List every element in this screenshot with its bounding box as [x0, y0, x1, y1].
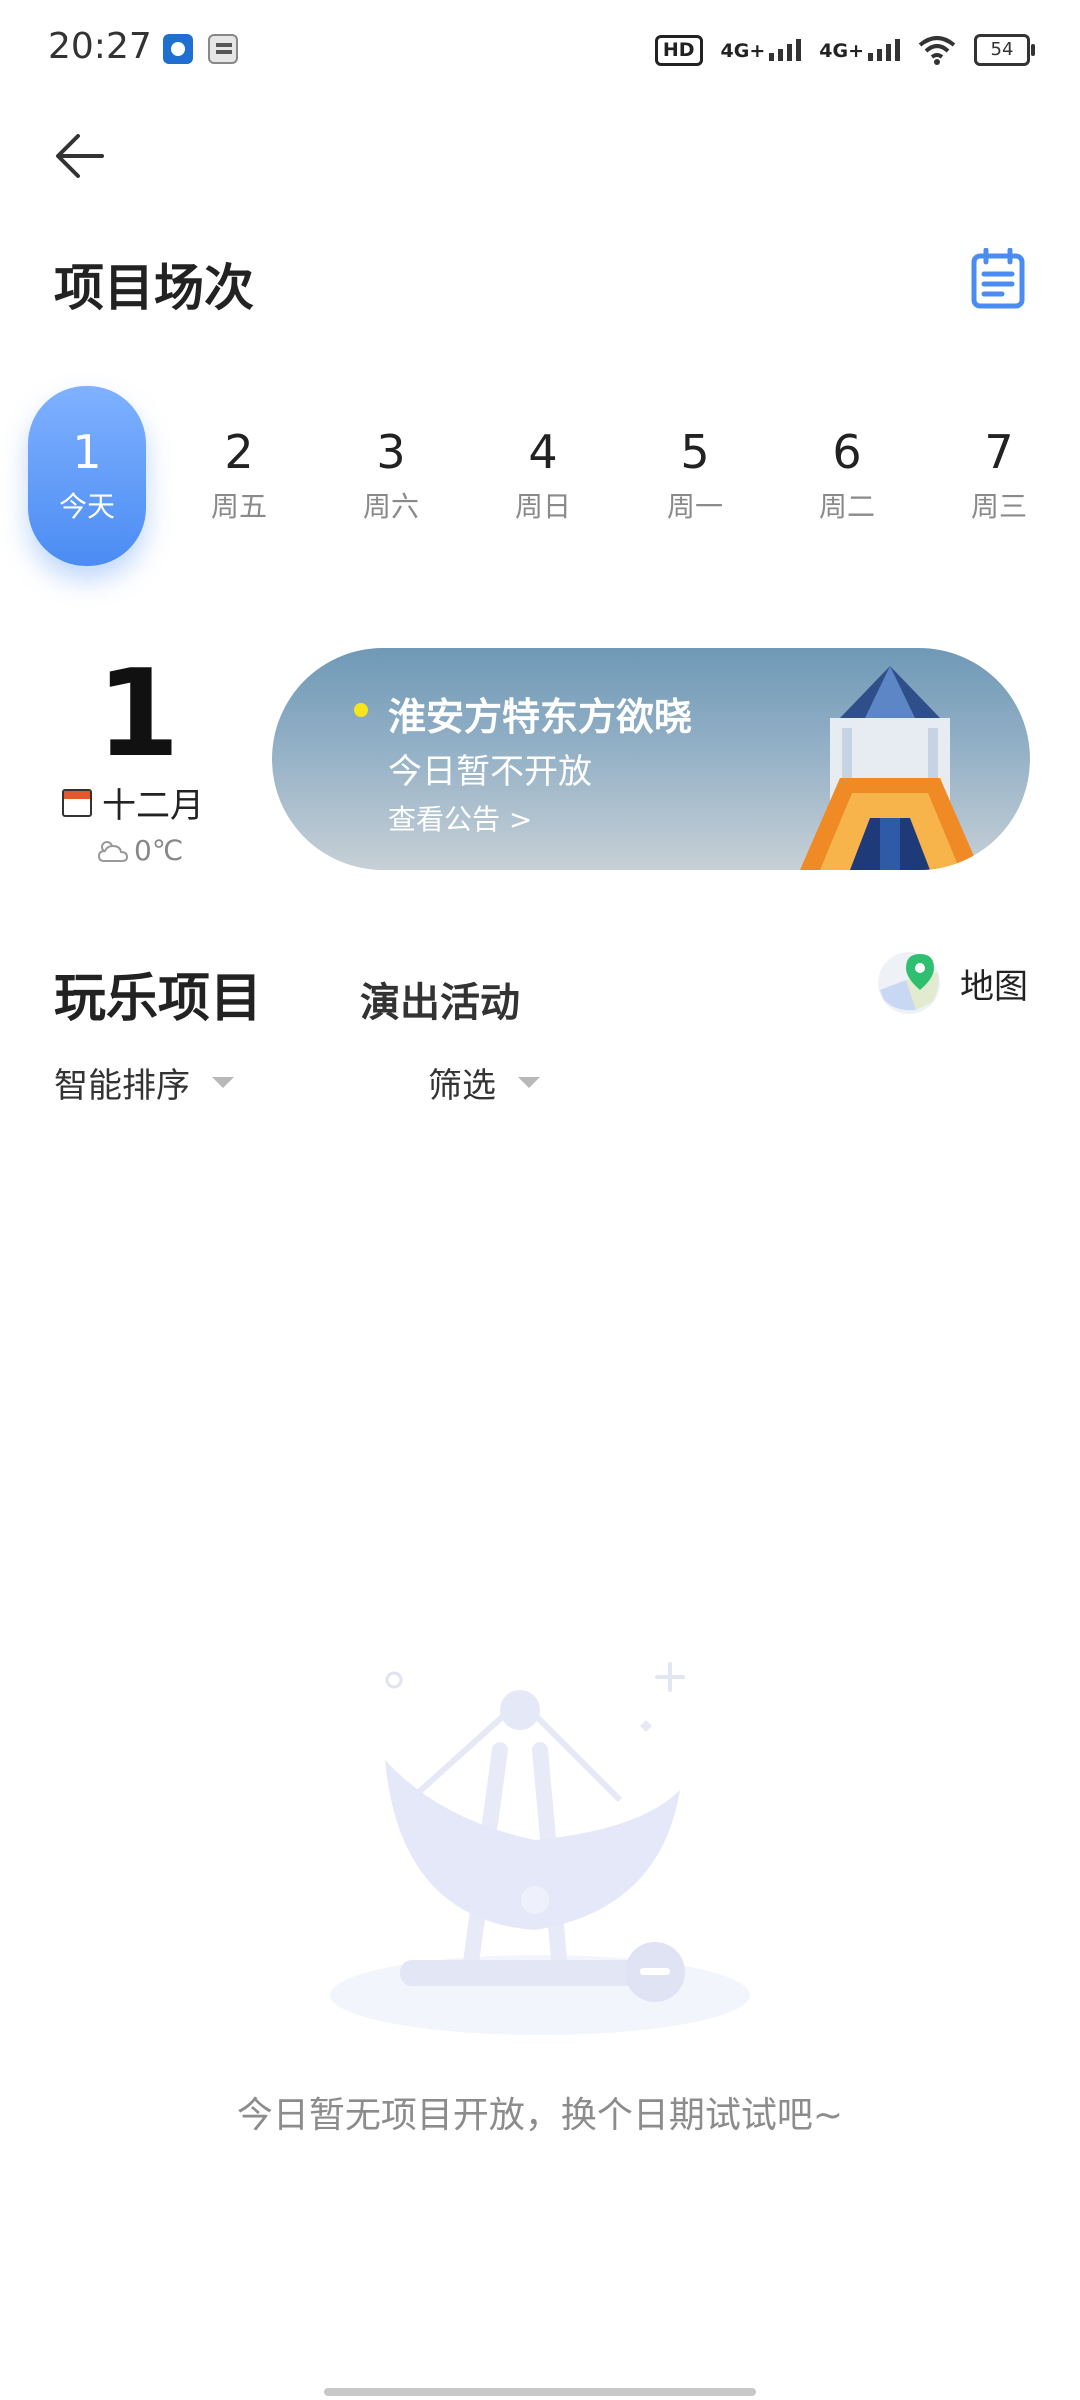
filter-dropdown[interactable]: 筛选: [428, 1058, 540, 1107]
status-bar: 20:27 HD 4G+ 4G+ 54: [0, 0, 1080, 100]
pirate-ship-ride-illustration: [330, 1662, 750, 2035]
page-title: 项目场次: [54, 259, 254, 317]
month-label: 十二月: [102, 786, 204, 826]
tab-play-items[interactable]: 玩乐项目: [54, 956, 262, 1031]
date-number: 7: [984, 424, 1014, 479]
date-item[interactable]: 3 周六: [332, 386, 450, 566]
date-weekday: 周一: [666, 490, 723, 524]
date-number: 5: [680, 424, 710, 479]
signal-icon: 4G+: [721, 39, 802, 61]
date-item[interactable]: 6 周二: [788, 386, 906, 566]
home-indicator[interactable]: [324, 2388, 756, 2396]
caret-down-icon: [212, 1077, 234, 1088]
date-item[interactable]: 5 周一: [636, 386, 754, 566]
app-icon-1: [163, 34, 193, 64]
date-number: 2: [224, 424, 254, 479]
status-time: 20:27: [48, 26, 152, 67]
wifi-icon: [918, 36, 956, 65]
selected-day-number: 1: [96, 645, 180, 784]
caret-down-icon: [518, 1077, 540, 1088]
date-weekday: 周二: [818, 490, 875, 524]
battery-icon: 54: [974, 34, 1035, 66]
status-indicators: HD 4G+ 4G+ 54: [654, 28, 1035, 72]
park-name: 淮安方特东方欲晓: [388, 695, 693, 739]
date-weekday: 今天: [58, 490, 115, 524]
date-item[interactable]: 4 周日: [484, 386, 602, 566]
date-number: 3: [376, 424, 406, 479]
weather-row: 0℃: [96, 834, 183, 867]
month-calendar-icon: [62, 788, 92, 817]
date-item[interactable]: 2 周五: [180, 386, 298, 566]
status-dot: [354, 703, 368, 717]
date-strip: 1 今天 2 周五 3 周六 4 周日 5 周一 6 周二 7 周三: [28, 386, 1058, 566]
date-item-today[interactable]: 1 今天: [28, 386, 146, 566]
back-arrow-icon: [56, 134, 104, 178]
sort-label: 智能排序: [54, 1066, 190, 1106]
toutiao-app-icon: [208, 34, 238, 64]
signal-icon-2: 4G+: [819, 39, 900, 61]
date-number: 6: [832, 424, 862, 479]
filter-label: 筛选: [428, 1066, 496, 1106]
cloud-sun-icon: [97, 840, 129, 862]
date-weekday: 周五: [210, 490, 267, 524]
empty-state-message: 今日暂无项目开放，换个日期试试吧~: [236, 2095, 844, 2136]
date-weekday: 周三: [970, 490, 1027, 524]
sort-dropdown[interactable]: 智能排序: [54, 1058, 234, 1107]
map-label: 地图: [960, 966, 1028, 1007]
map-pin-icon: [878, 952, 940, 1014]
view-notice-link[interactable]: 查看公告 >: [388, 798, 532, 838]
date-number: 1: [72, 424, 102, 479]
park-notice-banner[interactable]: 淮安方特东方欲晓 今日暂不开放 查看公告 >: [272, 648, 1030, 870]
tab-shows[interactable]: 演出活动: [360, 970, 520, 1028]
map-button[interactable]: 地图: [876, 950, 1028, 1016]
calendar-icon: [971, 247, 1025, 309]
calendar-button[interactable]: [968, 247, 1028, 310]
month-row: 十二月: [62, 778, 204, 827]
weather-temperature: 0℃: [134, 834, 184, 867]
back-button[interactable]: [50, 126, 110, 186]
hd-icon: HD: [654, 34, 703, 66]
date-number: 4: [528, 424, 558, 479]
park-open-status: 今日暂不开放: [388, 752, 592, 792]
date-item[interactable]: 7 周三: [940, 386, 1058, 566]
date-weekday: 周六: [362, 490, 419, 524]
date-weekday: 周日: [514, 490, 571, 524]
park-building-image: [800, 666, 980, 870]
